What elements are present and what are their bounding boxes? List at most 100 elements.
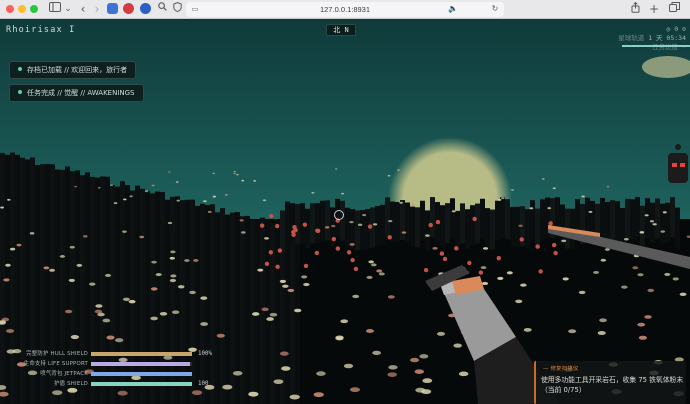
game-viewport[interactable]: Rhoirisax I 北 N ◎ 0 ⊙ 星球轨道 1 天 05:34 任务进… xyxy=(0,19,690,404)
red-lamp xyxy=(442,256,448,262)
address-bar[interactable]: ▭ 127.0.0.1:8931 🔈 ↻ xyxy=(186,2,504,17)
ground-light xyxy=(129,195,133,198)
ground-light xyxy=(10,247,16,251)
ridge-column xyxy=(415,207,420,248)
ridge-column xyxy=(525,209,530,250)
ground-light xyxy=(506,271,513,275)
shield-icon[interactable] xyxy=(172,2,182,16)
ground-light xyxy=(69,245,75,249)
ground-light xyxy=(301,275,308,279)
ridge-column xyxy=(410,206,415,247)
reload-icon[interactable]: ↻ xyxy=(490,2,500,16)
ground-light xyxy=(568,329,577,334)
ridge-column xyxy=(675,207,680,248)
tab-favicon-1[interactable] xyxy=(107,3,118,14)
ground-light xyxy=(649,220,655,223)
tab-favicon-2[interactable] xyxy=(123,3,134,14)
ground-light xyxy=(200,322,209,326)
ridge-column xyxy=(400,200,405,241)
ground-light xyxy=(432,247,438,250)
red-lamp xyxy=(538,269,543,274)
bar-value: 100 xyxy=(198,381,209,387)
ground-light xyxy=(252,312,260,316)
ground-light xyxy=(294,308,302,313)
ground-light xyxy=(349,243,355,246)
ground-light xyxy=(189,290,196,295)
ground-light xyxy=(279,279,287,284)
minimize-window-button[interactable] xyxy=(18,5,26,13)
ridge-column xyxy=(405,202,410,243)
new-tab-icon[interactable]: + xyxy=(649,2,659,16)
sidebar-icon[interactable] xyxy=(48,2,62,16)
close-window-button[interactable] xyxy=(6,5,14,13)
ground-light xyxy=(169,256,176,260)
ground-light xyxy=(632,266,639,270)
ground-light xyxy=(171,310,180,314)
ground-light xyxy=(233,172,236,175)
ground-light xyxy=(510,189,515,191)
chevron-down-icon[interactable]: ⌄ xyxy=(64,2,72,16)
ground-light xyxy=(541,178,545,180)
audio-icon[interactable]: 🔈 xyxy=(448,2,458,16)
ground-light xyxy=(16,243,22,247)
ridge-column xyxy=(560,204,565,245)
mission-panel[interactable]: — 修复扫描仪 使用多功能工具开采岩石，收集 75 铁氧体粉末（当前 0/75） xyxy=(534,361,686,404)
ground-light xyxy=(357,223,363,226)
ground-light xyxy=(49,268,56,272)
bar-fill xyxy=(91,362,190,366)
ridge-column xyxy=(610,200,615,241)
ridge-column xyxy=(310,203,315,244)
forward-icon[interactable]: › xyxy=(92,2,102,16)
ground-light xyxy=(547,207,552,210)
ground-light xyxy=(349,387,361,393)
ground-light xyxy=(239,219,244,222)
red-lamp xyxy=(335,246,341,251)
ground-light xyxy=(552,187,556,190)
ground-light xyxy=(7,198,11,201)
ground-light xyxy=(241,231,246,234)
top-right-stats: ◎ 0 ⊙ 星球轨道 1 天 05:34 任务进度 · xyxy=(618,25,686,52)
browser-toolbar: ⌄ ‹ › ▭ 127.0.0.1:8931 🔈 ↻ + xyxy=(0,0,690,19)
ground-light xyxy=(401,231,407,234)
zoom-window-button[interactable] xyxy=(30,5,38,13)
share-icon[interactable] xyxy=(630,1,640,16)
tab-favicon-3[interactable] xyxy=(140,3,151,14)
ground-light xyxy=(578,290,586,295)
red-lamp xyxy=(269,213,274,219)
bar-fill xyxy=(91,372,192,376)
ridge-column xyxy=(380,204,385,245)
ground-light xyxy=(672,277,679,281)
ridge-column xyxy=(340,200,345,241)
ground-light xyxy=(102,318,111,323)
ground-light xyxy=(266,317,274,321)
ridge-column xyxy=(480,198,485,239)
ridge-column xyxy=(515,206,520,247)
ground-light xyxy=(637,273,644,277)
ground-light xyxy=(155,273,162,277)
ridge-column xyxy=(385,197,390,238)
ground-light xyxy=(515,299,523,304)
ground-light xyxy=(212,172,216,175)
ground-light xyxy=(68,278,75,282)
ground-light xyxy=(167,221,173,225)
ridge-column xyxy=(425,210,430,251)
orbit-time-label: 星球轨道 xyxy=(618,34,645,42)
tab-overview-icon[interactable] xyxy=(668,2,680,16)
ground-light xyxy=(281,366,291,371)
red-lamp xyxy=(314,250,320,256)
ground-light xyxy=(340,192,345,195)
ground-light xyxy=(365,329,374,333)
ground-light xyxy=(70,335,80,340)
red-lamp xyxy=(353,266,359,272)
red-lamp xyxy=(535,244,540,249)
ridge-column xyxy=(430,197,435,238)
search-icon[interactable] xyxy=(157,2,167,16)
terrain-column xyxy=(265,219,270,404)
ground-light xyxy=(193,259,199,262)
bar-value: 100% xyxy=(198,351,212,357)
ridge-column xyxy=(540,199,545,240)
ground-light xyxy=(236,173,239,176)
mission-description: 使用多功能工具开采岩石，收集 75 铁氧体粉末（当前 0/75） xyxy=(541,376,684,394)
red-lamp xyxy=(302,222,308,227)
back-icon[interactable]: ‹ xyxy=(78,2,88,16)
